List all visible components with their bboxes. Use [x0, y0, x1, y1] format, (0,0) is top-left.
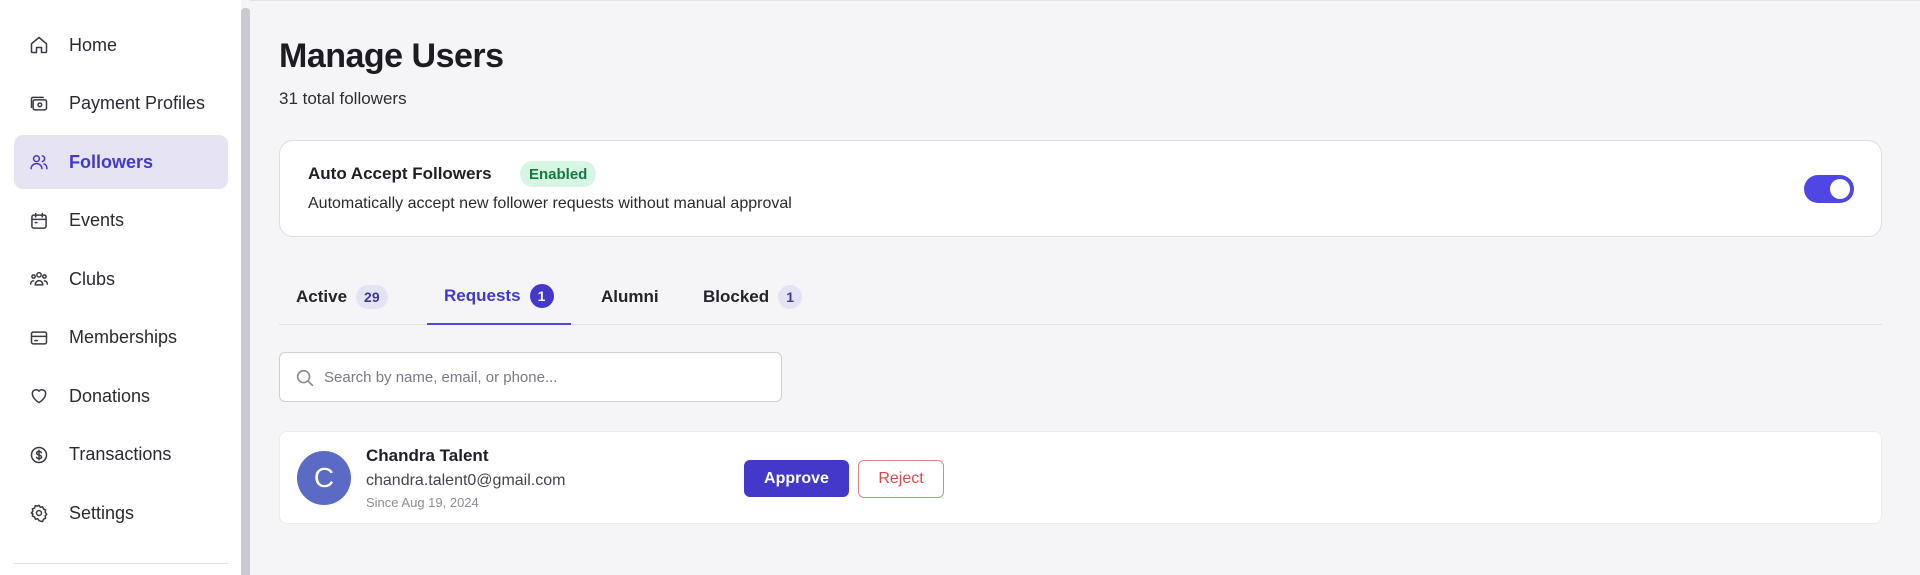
sidebar-item-transactions[interactable]: Transactions [14, 428, 228, 482]
sidebar-item-home[interactable]: Home [14, 18, 228, 72]
tab-label: Active [296, 287, 348, 306]
sidebar-scrollbar[interactable] [241, 8, 250, 575]
request-date: Since Aug 19, 2024 [366, 495, 479, 510]
tab-alumni[interactable]: Alumni [584, 269, 676, 325]
sidebar-item-followers[interactable]: Followers [14, 135, 228, 189]
sidebar-item-label: Transactions [69, 444, 172, 464]
sidebar-item-label: Donations [69, 385, 151, 406]
sidebar-item-label: Events [69, 210, 125, 230]
heart-icon [28, 385, 50, 407]
sidebar-item-payment-profiles[interactable]: Payment Profiles [14, 77, 228, 131]
sidebar-item-label: Followers [69, 151, 154, 172]
sidebar-item-label: Home [69, 34, 118, 55]
follower-count: 31 total followers [279, 89, 407, 108]
sidebar-item-memberships[interactable]: Memberships [14, 311, 228, 365]
gear-icon [28, 502, 50, 524]
calendar-icon [28, 210, 50, 232]
wallet-icon [28, 93, 50, 115]
sidebar-item-label: Memberships [69, 327, 178, 347]
sidebar-item-events[interactable]: Events [14, 194, 228, 248]
tab-count-badge: 1 [778, 285, 803, 309]
toggle-knob [1830, 179, 1850, 199]
follower-name: Chandra Talent [366, 446, 489, 465]
auto-accept-description: Automatically accept new follower reques… [308, 195, 792, 212]
tab-count-badge: 1 [529, 284, 554, 308]
search-icon [294, 367, 316, 389]
list-item: C Chandra Talent chandra.talent0@gmail.c… [279, 431, 1882, 524]
users-icon [28, 151, 50, 173]
reject-button[interactable]: Reject [858, 460, 944, 498]
tab-blocked[interactable]: Blocked 1 [686, 269, 819, 325]
group-icon [28, 268, 50, 290]
card-icon [28, 327, 50, 349]
tab-label: Alumni [601, 287, 659, 306]
search-input[interactable] [324, 353, 774, 401]
auto-accept-card: Auto Accept Followers Enabled Automatica… [279, 140, 1882, 237]
sidebar-item-settings[interactable]: Settings [14, 486, 228, 540]
auto-accept-toggle[interactable] [1804, 175, 1854, 203]
status-badge: Enabled [520, 161, 597, 187]
tab-requests[interactable]: Requests 1 [427, 269, 571, 325]
sidebar-item-clubs[interactable]: Clubs [14, 252, 228, 306]
page-title: Manage Users [279, 37, 504, 75]
tab-label: Requests [444, 286, 521, 305]
home-icon [28, 34, 50, 56]
auto-accept-title: Auto Accept Followers [308, 164, 492, 183]
main-content: Manage Users 31 total followers Auto Acc… [250, 0, 1920, 575]
sidebar-item-donations[interactable]: Donations [14, 369, 228, 423]
sidebar-item-label: Clubs [69, 268, 116, 289]
tab-label: Blocked [703, 287, 770, 306]
tab-count-badge: 29 [356, 285, 388, 309]
sidebar-divider [14, 563, 228, 564]
avatar: C [297, 451, 351, 505]
approve-button[interactable]: Approve [744, 460, 849, 497]
sidebar-item-label: Settings [69, 502, 135, 523]
tab-active[interactable]: Active 29 [279, 269, 405, 325]
follower-tabs: Active 29 Requests 1 Alumni Blocked 1 [279, 269, 1882, 325]
sidebar: Home Payment Profiles Followers Events C… [0, 0, 241, 575]
dollar-circle-icon [28, 444, 50, 466]
search-box [279, 352, 782, 402]
follower-email: chandra.talent0@gmail.com [366, 472, 566, 489]
sidebar-item-label: Payment Profiles [69, 93, 206, 113]
